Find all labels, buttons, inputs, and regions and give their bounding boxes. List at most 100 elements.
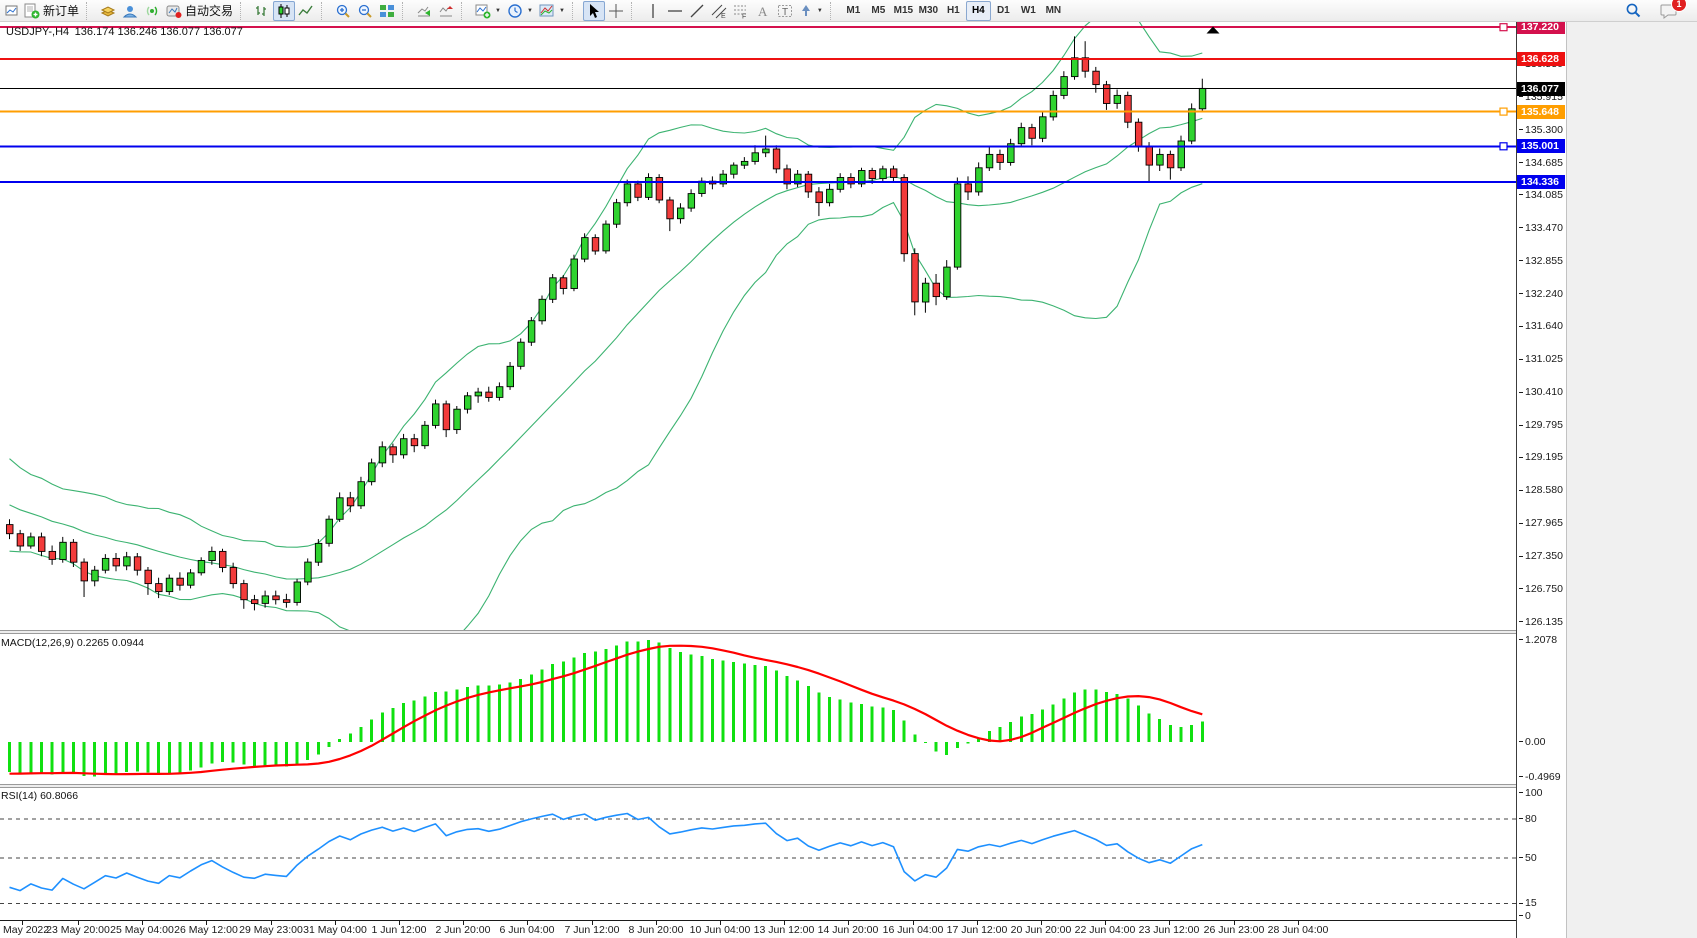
cursor-button[interactable] — [583, 1, 605, 21]
rsi-axis-label: 50 — [1519, 852, 1537, 864]
macd-histogram-bar — [221, 742, 224, 762]
rsi-axis-label: 100 — [1519, 787, 1543, 799]
clock-icon — [507, 3, 523, 19]
time-axis-label: 8 Jun 20:00 — [629, 924, 684, 936]
macd-histogram-bar — [104, 742, 107, 775]
community-button[interactable] — [119, 1, 141, 21]
equidistant-channel-button[interactable]: E — [708, 1, 730, 21]
candle — [433, 400, 440, 429]
search-button[interactable] — [1622, 1, 1645, 21]
price-tick-label: 135.300 — [1519, 124, 1563, 136]
zoom-in-button[interactable] — [332, 1, 354, 21]
timeframe-button-m15[interactable]: M15 — [891, 1, 916, 21]
candle — [773, 145, 780, 173]
macd-histogram-bar — [402, 703, 405, 742]
auto-scroll-button[interactable] — [413, 1, 435, 21]
time-axis-tick — [977, 921, 978, 925]
timeframe-button-d1[interactable]: D1 — [991, 1, 1016, 21]
autotrading-button[interactable]: 自动交易 — [163, 1, 236, 21]
macd-histogram-bar — [1030, 714, 1033, 742]
timeframe-button-h4[interactable]: H4 — [966, 1, 991, 21]
macd-canvas[interactable] — [0, 634, 1516, 784]
trendline-button[interactable] — [686, 1, 708, 21]
candle — [390, 444, 397, 463]
time-axis-tick — [1041, 921, 1042, 925]
candle — [496, 382, 503, 400]
horizontal-line-button[interactable] — [664, 1, 686, 21]
rsi-canvas[interactable] — [0, 788, 1516, 920]
autotrading-icon — [166, 3, 182, 19]
macd-histogram-bar — [658, 643, 661, 742]
candle — [358, 477, 365, 509]
tile-windows-button[interactable] — [376, 1, 398, 21]
candle — [315, 539, 322, 566]
price-tick-label: 133.470 — [1519, 222, 1563, 234]
macd-histogram-bar — [487, 685, 490, 742]
macd-histogram-bar — [924, 742, 927, 743]
macd-histogram-bar — [1062, 699, 1065, 743]
time-axis-tick — [592, 921, 593, 925]
toolbar-separator — [572, 2, 580, 20]
line-handle[interactable] — [1500, 24, 1507, 31]
chart-shift-button[interactable] — [435, 1, 457, 21]
main-chart-canvas[interactable] — [0, 22, 1516, 630]
templates-button[interactable]: ▼ — [536, 1, 568, 21]
timeframe-button-w1[interactable]: W1 — [1016, 1, 1041, 21]
rsi-axis-label: 15 — [1519, 897, 1537, 909]
metaeditor-button[interactable] — [97, 1, 119, 21]
timeframe-button-m1[interactable]: M1 — [841, 1, 866, 21]
zoom-out-button[interactable] — [354, 1, 376, 21]
fibonacci-button[interactable]: F — [730, 1, 752, 21]
macd-histogram-bar — [572, 658, 575, 743]
macd-histogram-bar — [168, 742, 171, 773]
candlestick-chart-button[interactable] — [273, 1, 295, 21]
macd-histogram-bar — [1148, 714, 1151, 742]
price-badge-136.077: 136.077 — [1517, 82, 1565, 96]
timeframe-button-mn[interactable]: MN — [1041, 1, 1066, 21]
candle — [124, 552, 130, 570]
time-axis-label: 13 Jun 12:00 — [754, 924, 815, 936]
macd-histogram-bar — [764, 666, 767, 742]
candle — [795, 170, 802, 187]
macd-histogram-bar — [1169, 725, 1172, 742]
notifications-button[interactable]: 1 — [1657, 1, 1681, 21]
line-handle[interactable] — [1500, 108, 1507, 115]
macd-histogram-bar — [1126, 699, 1129, 742]
price-axis[interactable]: 137.150136.530135.915135.300134.685134.0… — [1516, 22, 1566, 938]
signals-button[interactable] — [141, 1, 163, 21]
timeframe-button-m30[interactable]: M30 — [916, 1, 941, 21]
candle — [49, 546, 56, 565]
macd-histogram-bar — [93, 742, 96, 776]
line-handle[interactable] — [1500, 143, 1507, 150]
periods-button[interactable]: ▼ — [504, 1, 536, 21]
macd-histogram-bar — [626, 642, 629, 742]
vertical-line-button[interactable] — [642, 1, 664, 21]
price-tick-label: 134.685 — [1519, 157, 1563, 169]
time-axis-tick — [784, 921, 785, 925]
price-badge-134.336: 134.336 — [1517, 175, 1565, 189]
price-tick-label: 128.580 — [1519, 484, 1563, 496]
crosshair-button[interactable] — [605, 1, 627, 21]
candle — [656, 174, 663, 203]
price-tick-label: 131.025 — [1519, 353, 1563, 365]
macd-histogram-bar — [29, 742, 32, 772]
new-chart-button[interactable] — [2, 1, 21, 21]
arrows-button[interactable]: ▼ — [796, 1, 826, 21]
time-axis[interactable]: May 202223 May 20:0025 May 04:0026 May 1… — [0, 920, 1516, 938]
price-tick-label: 127.350 — [1519, 550, 1563, 562]
timeframe-button-h1[interactable]: H1 — [941, 1, 966, 21]
time-axis-label: 25 May 04:00 — [110, 924, 174, 936]
text-button[interactable]: A — [752, 1, 774, 21]
timeframe-button-m5[interactable]: M5 — [866, 1, 891, 21]
text-label-button[interactable]: T — [774, 1, 796, 21]
new-order-icon — [24, 3, 40, 19]
line-chart-button[interactable] — [295, 1, 317, 21]
bar-chart-button[interactable] — [251, 1, 273, 21]
new-order-button[interactable]: 新订单 — [21, 1, 82, 21]
fibonacci-icon: F — [733, 3, 749, 19]
macd-histogram-bar — [317, 742, 320, 754]
macd-histogram-bar — [370, 720, 373, 742]
candle — [1157, 149, 1164, 172]
macd-histogram-bar — [956, 742, 959, 748]
indicators-button[interactable]: ▼ — [472, 1, 504, 21]
